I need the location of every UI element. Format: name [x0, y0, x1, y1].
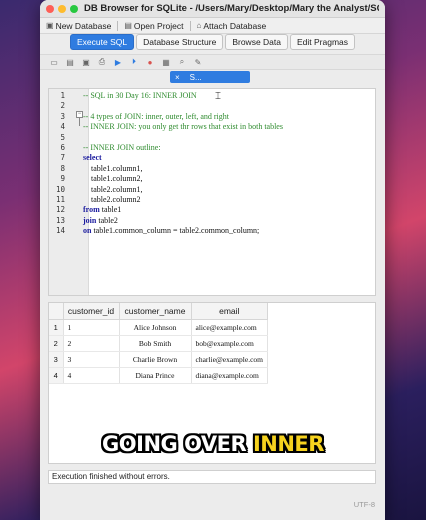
code-line: on table1.common_column = table2.common_…	[83, 226, 260, 236]
window-title: DB Browser for SQLite - /Users/Mary/Desk…	[84, 3, 379, 14]
cell-customer-name[interactable]: Alice Johnson	[119, 319, 192, 336]
encoding-label: UTF-8	[353, 500, 375, 509]
cell-customer-id[interactable]: 1	[63, 319, 120, 336]
sql-file-tab-label: S...	[189, 72, 202, 82]
line-number: 9	[60, 174, 65, 184]
line-number: 2	[60, 101, 65, 111]
video-caption: GOING OVER INNER	[0, 432, 426, 456]
results-table: customer_id customer_name email 1 1 Alic…	[49, 303, 268, 384]
open-sql-file-icon[interactable]: ▤	[64, 58, 76, 67]
column-header-customer-name[interactable]: customer_name	[119, 303, 192, 320]
cell-email[interactable]: charlie@example.com	[191, 351, 268, 368]
line-number: 3	[60, 111, 65, 121]
open-tab-icon[interactable]: ▭	[48, 58, 60, 67]
code-line: -- INNER JOIN: you only get thr rows tha…	[83, 122, 283, 132]
cell-customer-id[interactable]: 4	[63, 367, 120, 384]
action-bar: ▣ New Database ▤ Open Project ⌂ Attach D…	[40, 18, 385, 34]
main-tabs: Execute SQL Database Structure Browse Da…	[40, 34, 385, 50]
row-number[interactable]: 2	[49, 335, 64, 352]
new-database-button[interactable]: ▣ New Database	[46, 21, 111, 31]
text-cursor-icon: ⌶	[215, 91, 221, 102]
code-line: select	[83, 153, 102, 163]
stop-execution-icon[interactable]: ●	[144, 58, 156, 67]
line-number: 8	[60, 163, 65, 173]
tab-edit-pragmas[interactable]: Edit Pragmas	[290, 34, 356, 50]
close-window-button[interactable]	[46, 4, 54, 13]
cell-email[interactable]: bob@example.com	[191, 335, 268, 352]
corner-cell[interactable]	[49, 303, 64, 320]
minimize-window-button[interactable]	[58, 4, 66, 13]
code-line: -- INNER JOIN outline:	[83, 143, 161, 152]
cell-customer-name[interactable]: Diana Prince	[119, 367, 192, 384]
cell-customer-id[interactable]: 3	[63, 351, 120, 368]
row-number[interactable]: 4	[49, 367, 64, 384]
line-number: 10	[55, 184, 65, 194]
save-results-icon[interactable]: ▦	[160, 58, 172, 67]
code-line: -- 4 types of JOIN: inner, outer, left, …	[83, 111, 229, 121]
code-line: -- SQL in 30 Day 16: INNER JOIN	[83, 91, 197, 100]
comment-icon[interactable]: ✎	[192, 58, 204, 67]
save-sql-file-icon[interactable]: ▣	[80, 58, 92, 67]
code-line: table2.column2	[83, 195, 141, 204]
line-number: 6	[60, 143, 65, 152]
sql-file-tabs: × S...	[40, 70, 385, 84]
line-number: 13	[55, 215, 65, 225]
line-number: 14	[55, 226, 65, 236]
code-line: table1.column1,	[83, 163, 143, 173]
title-bar: DB Browser for SQLite - /Users/Mary/Desk…	[40, 0, 385, 18]
line-number: 4	[60, 122, 65, 132]
attach-database-button[interactable]: ⌂ Attach Database	[197, 21, 267, 31]
line-number: 12	[55, 205, 65, 215]
find-icon[interactable]: ⌕	[176, 57, 188, 67]
tab-browse-data[interactable]: Browse Data	[225, 34, 288, 50]
table-row[interactable]: 1 1 Alice Johnson alice@example.com	[49, 319, 268, 336]
tab-database-structure[interactable]: Database Structure	[136, 34, 224, 50]
row-number[interactable]: 1	[49, 319, 64, 336]
tab-execute-sql[interactable]: Execute SQL	[70, 34, 135, 50]
line-number: 5	[60, 132, 65, 142]
line-number: 11	[55, 195, 65, 204]
code-line: table1.column2,	[83, 174, 143, 184]
close-tab-icon[interactable]: ×	[175, 73, 180, 82]
caption-highlight: INNER	[252, 432, 324, 456]
execution-status: Execution finished without errors.	[48, 470, 376, 484]
cell-email[interactable]: diana@example.com	[191, 367, 268, 384]
sql-file-tab[interactable]: × S...	[170, 71, 250, 83]
execute-all-icon[interactable]: ▶	[112, 58, 124, 67]
sql-editor[interactable]: − 1 -- SQL in 30 Day 16: INNER JOIN 2 3 -- 4…	[48, 88, 376, 296]
caption-text: GOING OVER	[102, 432, 253, 456]
cell-customer-name[interactable]: Charlie Brown	[119, 351, 192, 368]
line-number: 7	[60, 153, 65, 163]
open-project-button[interactable]: ▤ Open Project	[124, 21, 183, 31]
code-line: table2.column1,	[83, 184, 143, 194]
execute-current-line-icon[interactable]: ⏵	[128, 57, 140, 67]
code-line: from table1	[83, 205, 122, 215]
fold-marker-icon[interactable]: −	[76, 111, 83, 118]
zoom-window-button[interactable]	[70, 4, 78, 13]
table-row[interactable]: 3 3 Charlie Brown charlie@example.com	[49, 351, 268, 368]
table-row[interactable]: 4 4 Diana Prince diana@example.com	[49, 367, 268, 384]
cell-email[interactable]: alice@example.com	[191, 319, 268, 336]
cell-customer-id[interactable]: 2	[63, 335, 120, 352]
cell-customer-name[interactable]: Bob Smith	[119, 335, 192, 352]
sql-toolbar: ▭ ▤ ▣ ⎙ ▶ ⏵ ● ▦ ⌕ ✎	[40, 54, 385, 70]
open-project-icon: ▤	[124, 21, 132, 30]
print-icon[interactable]: ⎙	[96, 57, 108, 67]
window-controls	[46, 4, 78, 13]
row-number[interactable]: 3	[49, 351, 64, 368]
column-header-customer-id[interactable]: customer_id	[63, 303, 120, 320]
table-row[interactable]: 2 2 Bob Smith bob@example.com	[49, 335, 268, 352]
new-database-icon: ▣	[46, 21, 54, 30]
attach-database-icon: ⌂	[196, 21, 202, 30]
column-header-email[interactable]: email	[191, 303, 268, 320]
line-number: 1	[60, 91, 65, 100]
code-line: join table2	[83, 215, 118, 225]
